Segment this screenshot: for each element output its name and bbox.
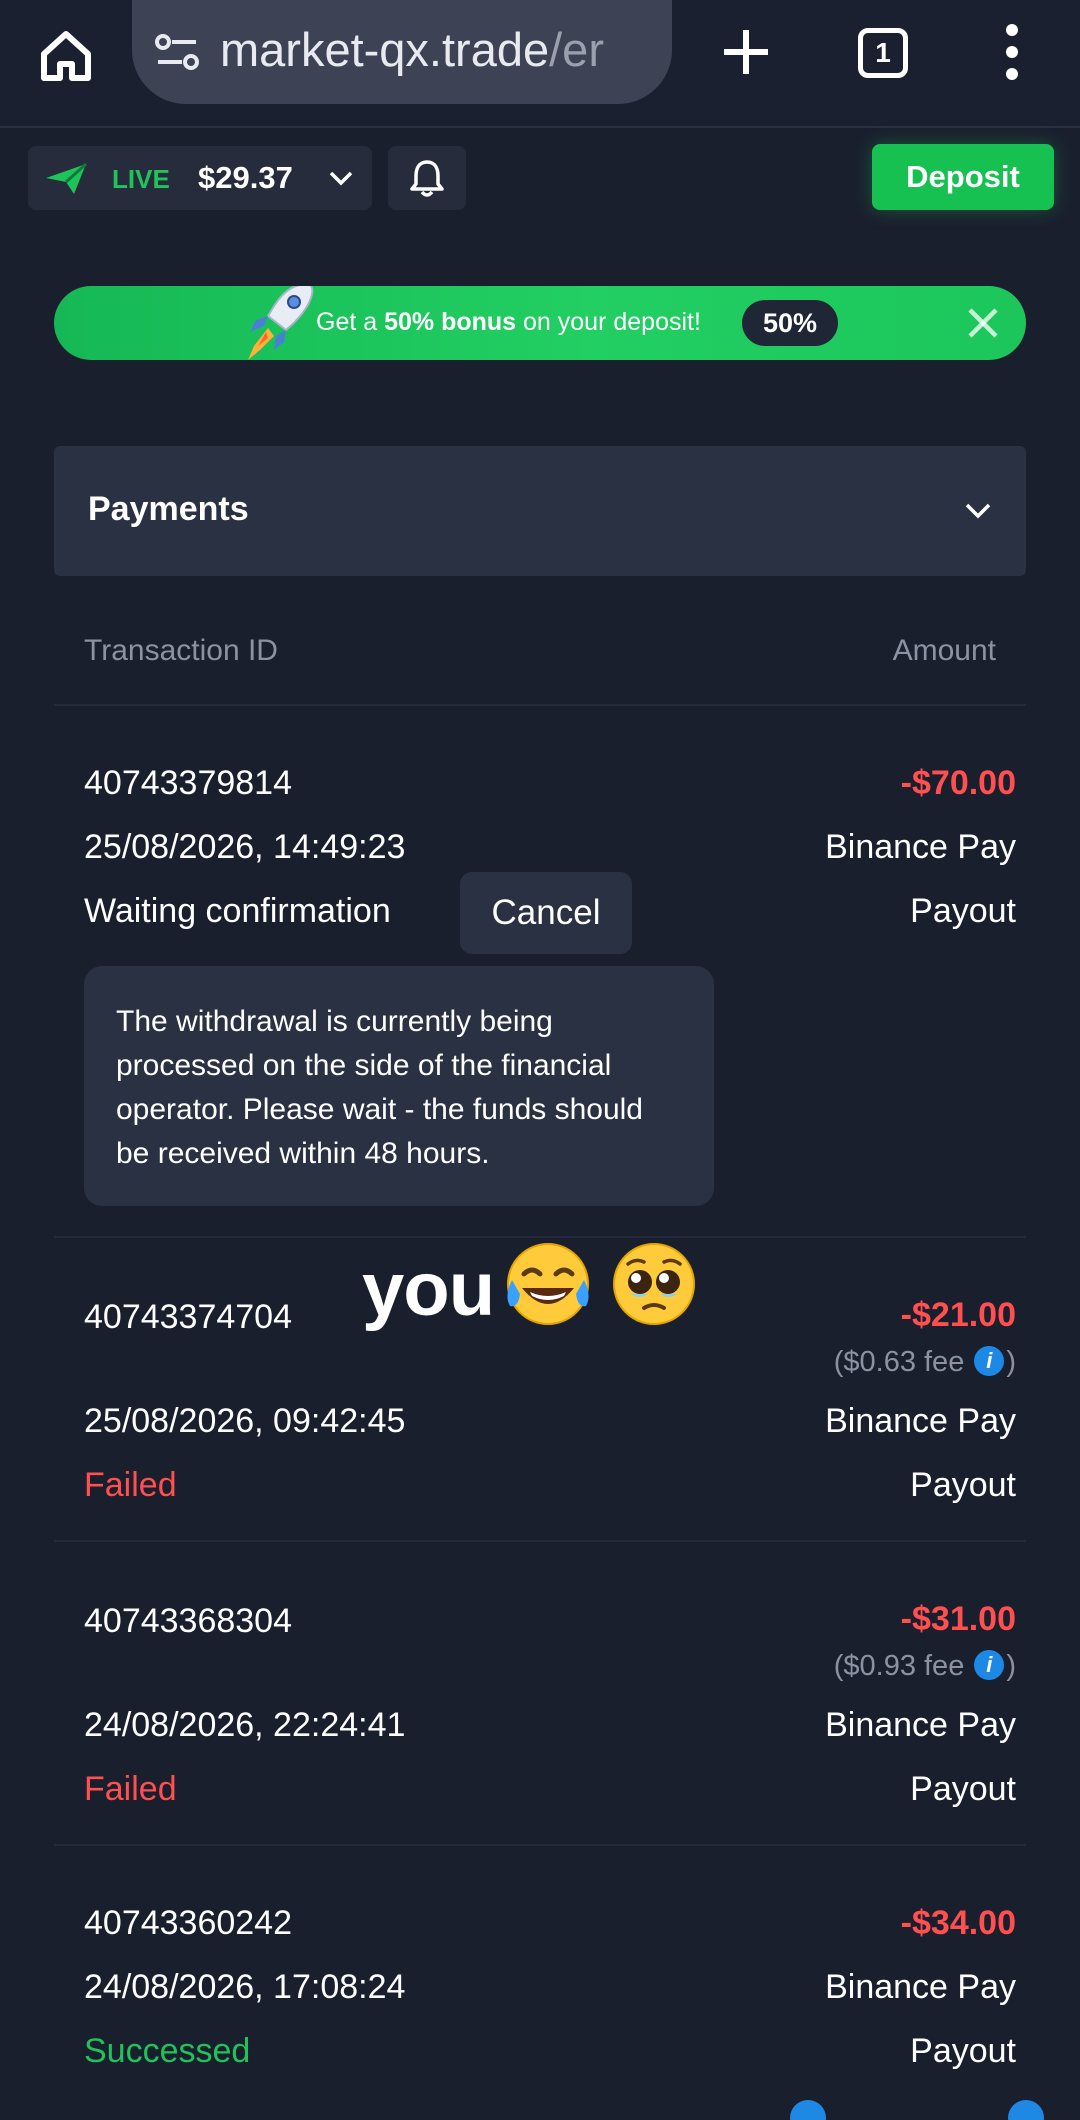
bonus-text: Get a 50% bonus on your deposit!	[316, 308, 701, 336]
bonus-banner[interactable]: Get a 50% bonus on your deposit! 50%	[54, 286, 1026, 360]
account-mode-label: LIVE	[112, 164, 170, 194]
transaction-method: Binance Pay	[825, 1968, 1016, 2006]
transaction-fee: ($0.63 fee i)	[833, 1346, 1016, 1378]
overlay-caption: you	[362, 1247, 495, 1332]
transaction-datetime: 25/08/2026, 14:49:23	[84, 828, 406, 866]
pleading-face-emoji-icon	[613, 1243, 695, 1325]
notifications-button[interactable]	[388, 146, 466, 210]
more-menu-icon[interactable]	[1000, 22, 1024, 82]
home-icon[interactable]	[36, 26, 96, 86]
transaction-amount: -$70.00	[900, 764, 1016, 802]
payments-dropdown[interactable]: Payments	[54, 446, 1026, 576]
divider	[54, 704, 1026, 706]
site-settings-icon[interactable]	[154, 32, 200, 72]
info-icon[interactable]: i	[974, 1346, 1005, 1377]
balance-value: $29.37	[198, 160, 293, 195]
transaction-method: Binance Pay	[825, 828, 1016, 866]
chevron-down-icon	[329, 171, 353, 186]
tab-switcher-button[interactable]: 1	[858, 28, 908, 78]
column-header-transaction-id: Transaction ID	[84, 634, 278, 667]
close-icon[interactable]	[964, 304, 1002, 342]
column-header-amount: Amount	[892, 634, 996, 667]
new-tab-icon[interactable]	[718, 24, 774, 80]
transaction-datetime: 24/08/2026, 17:08:24	[84, 1968, 406, 2006]
transaction-datetime: 24/08/2026, 22:24:41	[84, 1706, 406, 1744]
bell-icon	[410, 160, 444, 197]
transaction-id: 40743360242	[84, 1904, 293, 1942]
transaction-type: Payout	[910, 892, 1016, 930]
transaction-status: Failed	[84, 1466, 177, 1504]
transaction-id: 40743374704	[84, 1298, 293, 1336]
transaction-amount: -$34.00	[900, 1904, 1016, 1942]
paper-plane-icon	[46, 162, 88, 194]
transaction-status: Failed	[84, 1770, 177, 1808]
floating-button-partial[interactable]	[790, 2100, 826, 2120]
transaction-id: 40743368304	[84, 1602, 293, 1640]
url-text: market-qx.trade/er	[220, 23, 604, 76]
chevron-down-icon	[965, 503, 991, 519]
browser-toolbar: market-qx.trade/er 1	[0, 0, 1080, 128]
floating-button-partial[interactable]	[1008, 2100, 1044, 2120]
transaction-amount: -$21.00	[900, 1296, 1016, 1334]
transaction-type: Payout	[910, 1770, 1016, 1808]
divider	[54, 1844, 1026, 1846]
payments-title: Payments	[88, 490, 249, 528]
address-bar[interactable]: market-qx.trade/er	[132, 0, 672, 104]
tears-of-joy-emoji-icon	[507, 1243, 589, 1325]
transaction-method: Binance Pay	[825, 1706, 1016, 1744]
transaction-id: 40743379814	[84, 764, 293, 802]
withdrawal-notice: The withdrawal is currently being proces…	[84, 966, 714, 1206]
cancel-withdrawal-button[interactable]: Cancel	[460, 872, 632, 954]
deposit-button[interactable]: Deposit	[872, 144, 1054, 210]
transaction-type: Payout	[910, 1466, 1016, 1504]
rocket-icon	[248, 286, 314, 360]
transaction-status: Waiting confirmation	[84, 892, 391, 930]
transaction-type: Payout	[910, 2032, 1016, 2070]
transaction-datetime: 25/08/2026, 09:42:45	[84, 1402, 406, 1440]
transaction-amount: -$31.00	[900, 1600, 1016, 1638]
transaction-method: Binance Pay	[825, 1402, 1016, 1440]
transaction-fee: ($0.93 fee i)	[833, 1650, 1016, 1682]
info-icon[interactable]: i	[974, 1650, 1005, 1681]
account-selector[interactable]: LIVE $29.37	[28, 146, 372, 210]
bonus-percent-badge: 50%	[742, 300, 838, 346]
divider	[54, 1540, 1026, 1542]
transaction-status: Successed	[84, 2032, 251, 2070]
